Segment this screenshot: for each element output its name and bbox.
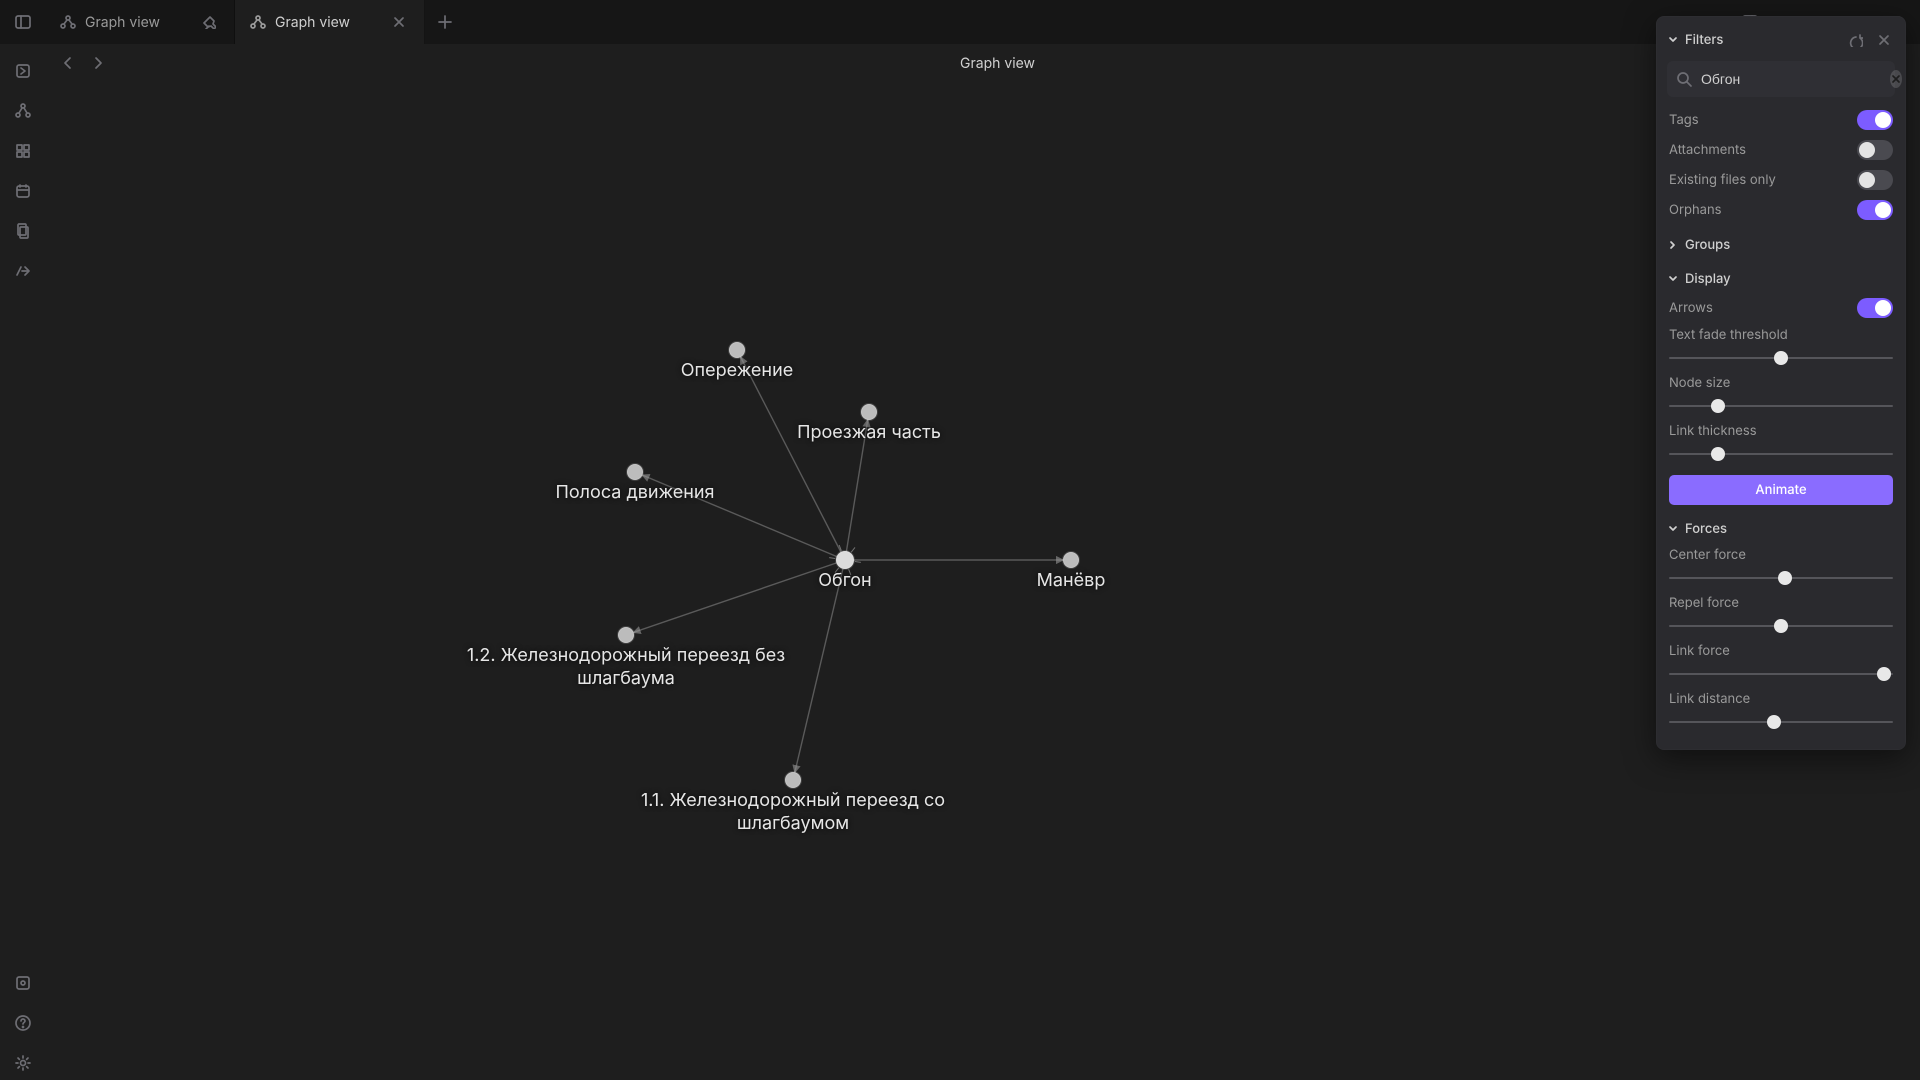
attachments-toggle[interactable] — [1857, 140, 1893, 160]
link-distance-label: Link distance — [1669, 691, 1893, 707]
activity-bar — [0, 44, 45, 1080]
tab-label: Graph view — [275, 14, 380, 31]
toggle-left-sidebar-icon[interactable] — [7, 6, 39, 38]
pin-icon[interactable] — [198, 11, 220, 33]
orphans-toggle[interactable] — [1857, 200, 1893, 220]
node-size-label: Node size — [1669, 375, 1893, 391]
center-force-label: Center force — [1669, 547, 1893, 563]
chevron-down-icon — [1667, 523, 1679, 535]
close-icon[interactable] — [1873, 29, 1895, 51]
graph-node[interactable] — [618, 627, 634, 643]
forces-section-header[interactable]: Forces — [1657, 515, 1905, 543]
graph-icon — [59, 13, 77, 31]
chevron-down-icon — [1667, 273, 1679, 285]
arrows-toggle[interactable] — [1857, 298, 1893, 318]
existing-files-toggle[interactable] — [1857, 170, 1893, 190]
tags-label: Tags — [1669, 112, 1857, 128]
close-icon[interactable] — [388, 11, 410, 33]
command-palette-icon[interactable] — [6, 254, 40, 288]
graph-node[interactable] — [836, 551, 854, 569]
tab-graph-view-pinned[interactable]: Graph view — [45, 0, 235, 44]
repel-force-slider[interactable] — [1669, 615, 1893, 637]
filter-search-input[interactable] — [1693, 71, 1890, 87]
clear-search-icon[interactable] — [1890, 70, 1902, 88]
tab-strip: Graph view Graph view — [45, 0, 1680, 44]
link-thickness-label: Link thickness — [1669, 423, 1893, 439]
tab-label: Graph view — [85, 14, 190, 31]
new-tab-button[interactable] — [425, 0, 465, 44]
orphans-label: Orphans — [1669, 202, 1857, 218]
help-icon[interactable] — [6, 1006, 40, 1040]
center-force-slider[interactable] — [1669, 567, 1893, 589]
settings-icon[interactable] — [6, 1046, 40, 1080]
quick-switcher-icon[interactable] — [6, 54, 40, 88]
daily-notes-icon[interactable] — [6, 174, 40, 208]
link-thickness-slider[interactable] — [1669, 443, 1893, 465]
canvas-icon[interactable] — [6, 134, 40, 168]
nav-forward-button[interactable] — [83, 48, 113, 78]
graph-node[interactable] — [627, 464, 643, 480]
graph-canvas[interactable]: ОбгонОпережениеПроезжая частьПолоса движ… — [45, 82, 1920, 1080]
chevron-right-icon — [1667, 239, 1679, 251]
node-size-slider[interactable] — [1669, 395, 1893, 417]
link-force-slider[interactable] — [1669, 663, 1893, 685]
vault-icon[interactable] — [6, 966, 40, 1000]
animate-button[interactable]: Animate — [1669, 475, 1893, 505]
display-section-header[interactable]: Display — [1657, 265, 1905, 293]
repel-force-label: Repel force — [1669, 595, 1893, 611]
graph-view-icon[interactable] — [6, 94, 40, 128]
groups-section-header[interactable]: Groups — [1657, 231, 1905, 259]
attachments-label: Attachments — [1669, 142, 1857, 158]
existing-files-label: Existing files only — [1669, 172, 1857, 188]
link-distance-slider[interactable] — [1669, 711, 1893, 733]
tab-graph-view-active[interactable]: Graph view — [235, 0, 425, 44]
reset-icon[interactable] — [1845, 29, 1867, 51]
chevron-down-icon — [1667, 34, 1679, 46]
search-icon — [1675, 70, 1693, 88]
filter-search[interactable] — [1667, 61, 1895, 97]
tags-toggle[interactable] — [1857, 110, 1893, 130]
graph-icon — [249, 13, 267, 31]
view-title: Graph view — [113, 55, 1882, 72]
graph-node[interactable] — [861, 404, 877, 420]
graph-settings-panel: Filters Tags Attachments Existing files … — [1656, 16, 1906, 750]
text-fade-slider[interactable] — [1669, 347, 1893, 369]
graph-node[interactable] — [1063, 552, 1079, 568]
nav-back-button[interactable] — [53, 48, 83, 78]
graph-node[interactable] — [785, 772, 801, 788]
filters-section-header[interactable]: Filters — [1657, 23, 1905, 57]
graph-node[interactable] — [729, 342, 745, 358]
templates-icon[interactable] — [6, 214, 40, 248]
text-fade-label: Text fade threshold — [1669, 327, 1893, 343]
link-force-label: Link force — [1669, 643, 1893, 659]
arrows-label: Arrows — [1669, 300, 1857, 316]
